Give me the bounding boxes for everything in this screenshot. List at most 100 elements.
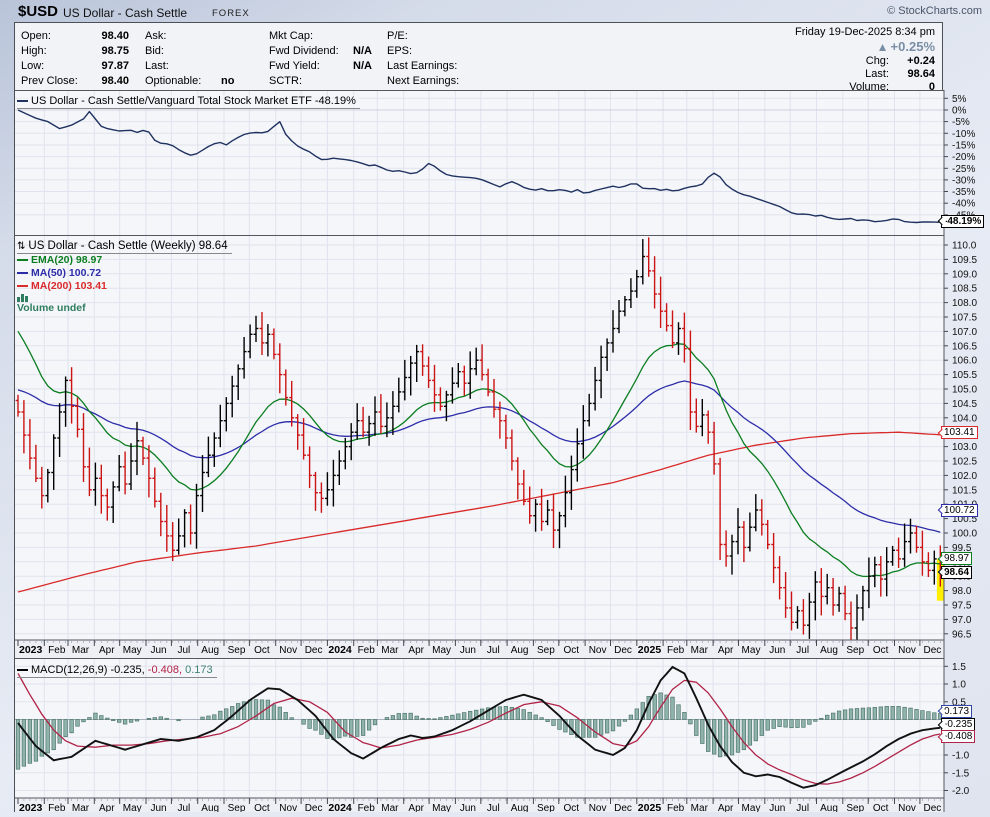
quote-field-value: 97.87 (87, 59, 129, 74)
svg-text:Jun: Jun (460, 645, 476, 656)
svg-text:-5%: -5% (952, 117, 970, 128)
quote-field-label: High: (21, 44, 87, 59)
overlay-legend-text: EMA(20) 98.97 (31, 254, 102, 266)
chart-box: Open:98.40High:98.75Low:97.87Prev Close:… (14, 22, 943, 812)
overlay-legend-text: Volume undef (17, 302, 86, 314)
quote-stat-value: +0.24 (889, 55, 935, 68)
quote-field: Open:98.40 (21, 29, 129, 44)
quote-field: EPS: (387, 44, 477, 59)
svg-text:Aug: Aug (201, 803, 219, 812)
overlay-dash-icon (17, 285, 28, 287)
svg-text:Dec: Dec (305, 645, 323, 656)
svg-text:Jun: Jun (460, 803, 476, 812)
ratio-legend-dash-icon (17, 100, 28, 102)
svg-text:Oct: Oct (254, 803, 270, 812)
quote-field: SCTR: (269, 74, 372, 89)
quote-field: Last: (145, 59, 234, 74)
quote-field-label: Ask: (145, 29, 221, 44)
svg-text:105.0: 105.0 (952, 385, 977, 396)
svg-text:Jul: Jul (796, 645, 809, 656)
quote-field-label: Mkt Cap: (269, 29, 353, 44)
quote-field: Low:97.87 (21, 59, 129, 74)
svg-text:Dec: Dec (614, 803, 632, 812)
svg-text:-35%: -35% (952, 187, 975, 198)
stockcharts-copyright-link[interactable]: © StockCharts.com (887, 5, 982, 17)
axis-value-label-0.173: 0.173 (941, 705, 972, 718)
svg-text:Oct: Oct (564, 645, 580, 656)
quote-field: P/E: (387, 29, 477, 44)
svg-text:Jul: Jul (487, 645, 500, 656)
svg-text:May: May (742, 645, 761, 656)
macd-panel-chart: 1.51.00.50.0-0.5-1.0-1.5-2.02023FebMarAp… (15, 658, 990, 812)
svg-text:-1.5: -1.5 (952, 768, 970, 779)
svg-text:Sep: Sep (228, 645, 246, 656)
change-percent: ▲+0.25% (795, 40, 935, 55)
svg-text:Oct: Oct (564, 803, 580, 812)
ticker-symbol: $USD (18, 3, 58, 20)
overlay-legend-volume: Volume undef (17, 293, 232, 306)
svg-text:-10%: -10% (952, 129, 975, 140)
svg-text:109.0: 109.0 (952, 269, 977, 280)
quote-stats: Chg:+0.24Last:98.64Volume:0 (795, 55, 935, 94)
svg-text:Jun: Jun (150, 803, 166, 812)
ratio-legend-text: US Dollar - Cash Settle/Vanguard Total S… (31, 95, 356, 107)
svg-text:-20%: -20% (952, 152, 975, 163)
svg-text:Mar: Mar (691, 803, 709, 812)
ratio-legend: US Dollar - Cash Settle/Vanguard Total S… (17, 91, 360, 109)
svg-text:104.5: 104.5 (952, 399, 977, 410)
overlay-legend-ema20: EMA(20) 98.97 (17, 254, 232, 267)
svg-text:Jul: Jul (178, 645, 191, 656)
quote-field-label: Next Earnings: (387, 74, 477, 89)
quote-field-label: Fwd Yield: (269, 59, 353, 74)
svg-text:-2.0: -2.0 (952, 786, 970, 797)
exchange-label: FOREX (212, 8, 250, 19)
stockcharts-page: $USD US Dollar - Cash Settle FOREX © Sto… (0, 0, 990, 817)
price-legend: ⇅US Dollar - Cash Settle (Weekly) 98.64 … (17, 236, 232, 306)
svg-text:Oct: Oct (254, 645, 270, 656)
quote-column: Open:98.40High:98.75Low:97.87Prev Close:… (21, 29, 129, 89)
svg-text:Dec: Dec (614, 645, 632, 656)
quote-field-label: Optionable: (145, 74, 221, 89)
quote-timestamp: Friday 19-Dec-2025 8:34 pm (795, 25, 935, 40)
svg-text:Mar: Mar (72, 645, 90, 656)
svg-text:Aug: Aug (820, 645, 838, 656)
svg-text:Sep: Sep (537, 803, 555, 812)
instrument-name: US Dollar - Cash Settle (63, 6, 187, 20)
ratio-panel-chart: 5%0%-5%-10%-15%-20%-25%-30%-35%-40%-45% (15, 90, 990, 235)
svg-text:Feb: Feb (667, 803, 685, 812)
svg-text:Sep: Sep (228, 803, 246, 812)
quote-field-label: Prev Close: (21, 74, 87, 89)
svg-text:-40%: -40% (952, 199, 975, 210)
quote-field-label: SCTR: (269, 74, 353, 89)
svg-text:Dec: Dec (924, 645, 942, 656)
svg-text:-30%: -30% (952, 175, 975, 186)
svg-text:Aug: Aug (511, 803, 529, 812)
svg-text:Aug: Aug (201, 645, 219, 656)
quote-field-label: Open: (21, 29, 87, 44)
svg-text:Apr: Apr (408, 645, 424, 656)
macd-legend-segment: 0.173 (182, 664, 213, 676)
quote-field-label: Fwd Dividend: (269, 44, 353, 59)
quote-field: Mkt Cap: (269, 29, 372, 44)
quote-stat-row: Chg:+0.24 (795, 55, 935, 68)
svg-text:Nov: Nov (589, 803, 607, 812)
svg-text:Jul: Jul (796, 803, 809, 812)
svg-text:Mar: Mar (691, 645, 709, 656)
svg-text:96.5: 96.5 (952, 629, 972, 640)
quote-field-value: N/A (353, 44, 372, 59)
svg-text:Nov: Nov (279, 803, 297, 812)
quote-column: Mkt Cap:Fwd Dividend:N/AFwd Yield:N/ASCT… (269, 29, 372, 89)
svg-text:Sep: Sep (537, 645, 555, 656)
svg-text:Jun: Jun (769, 803, 785, 812)
svg-text:Sep: Sep (846, 645, 864, 656)
svg-text:2023: 2023 (19, 644, 43, 656)
svg-text:Jun: Jun (769, 645, 785, 656)
axis-value-label-98.97: 98.97 (941, 552, 972, 565)
quote-field-value: 98.40 (87, 29, 129, 44)
title-bar: $USD US Dollar - Cash Settle FOREX © Sto… (0, 0, 990, 20)
svg-text:Jun: Jun (150, 645, 166, 656)
overlay-legend-ma50: MA(50) 100.72 (17, 267, 232, 280)
quote-field-value: no (221, 74, 234, 89)
up-triangle-icon: ▲ (877, 40, 889, 54)
quote-field-value: 98.40 (87, 74, 129, 89)
